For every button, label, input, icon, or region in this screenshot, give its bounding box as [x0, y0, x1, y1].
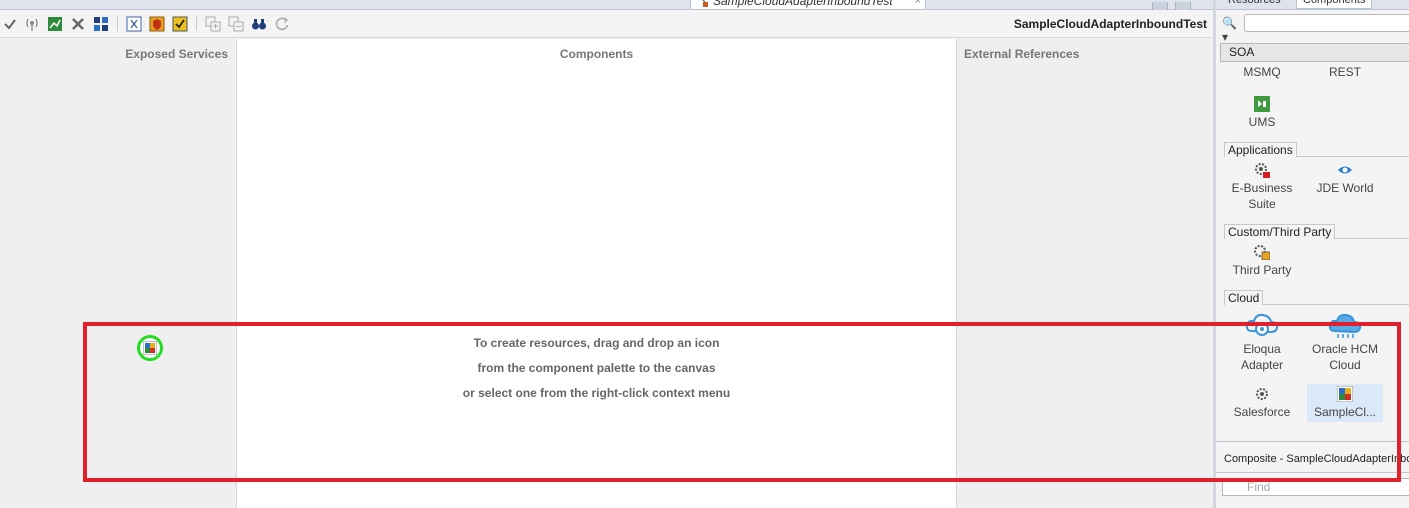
exposed-services-title: Exposed Services	[125, 47, 228, 61]
section-custom-third-party: Custom/Third Party	[1224, 224, 1336, 239]
editor-tab-strip: SampleCloudAdapterInboundTest ×	[0, 0, 1214, 25]
expand-icon[interactable]	[205, 16, 221, 32]
canvas-hint-line-3: or select one from the right-click conte…	[462, 386, 731, 400]
gear-adapter-icon	[1254, 386, 1270, 402]
exposed-services-swimlane[interactable]: Exposed Services	[0, 39, 237, 508]
palette-item-msmq[interactable]: MSMQ	[1224, 64, 1300, 80]
palette-item-label: SampleCl...	[1313, 405, 1377, 419]
panel-tab-strip: Resources Components	[1216, 0, 1409, 10]
palette-category-select[interactable]: SOA	[1220, 43, 1409, 62]
palette-item-jde-world[interactable]: JDE World	[1307, 162, 1383, 196]
third-party-icon	[1254, 244, 1271, 261]
ums-icon	[1254, 96, 1270, 112]
palette-item-label: REST	[1328, 65, 1361, 79]
gear-adapter-icon	[1254, 162, 1270, 178]
palette-item-third-party[interactable]: Third Party	[1224, 244, 1300, 278]
canvas-hint-line-1: To create resources, drag and drop an ic…	[473, 336, 720, 350]
external-references-swimlane[interactable]: External References	[957, 39, 1213, 508]
refresh-icon[interactable]	[274, 16, 290, 32]
composite-canvas[interactable]: Exposed Services Components To create re…	[0, 39, 1213, 508]
wsdl-icon[interactable]	[24, 16, 40, 32]
palette-item-sample-cloud-adapter[interactable]: SampleCl...	[1307, 384, 1383, 422]
structure-find-input[interactable]: Find	[1222, 478, 1409, 496]
section-applications: Applications	[1224, 142, 1297, 157]
canvas-hint-line-2: from the component palette to the canvas	[477, 361, 716, 375]
palette-item-e-business-suite[interactable]: E-Business Suite	[1224, 162, 1300, 212]
palette-list: MSMQ REST UMS Applications E-Business Su…	[1216, 64, 1409, 426]
window-buttons	[1152, 0, 1214, 25]
palette-item-salesforce[interactable]: Salesforce	[1224, 386, 1300, 420]
palette-item-label: Third Party	[1232, 263, 1292, 277]
toolbar-separator	[196, 16, 197, 31]
palette-item-label: MSMQ	[1243, 65, 1281, 79]
components-swimlane[interactable]: Components To create resources, drag and…	[237, 39, 957, 508]
tab-sample-cloud-adapter-inbound-test[interactable]: SampleCloudAdapterInboundTest ×	[690, 0, 926, 10]
component-palette-panel: Resources Components 🔍▾ SOA MSMQ REST UM…	[1213, 0, 1409, 508]
validate-icon[interactable]	[2, 16, 18, 32]
toolbar-separator	[117, 16, 118, 31]
xsd-icon[interactable]	[126, 16, 142, 32]
palette-item-ums[interactable]: UMS	[1224, 96, 1300, 130]
composite-icon	[696, 0, 708, 7]
dragged-adapter-icon[interactable]	[137, 335, 163, 361]
palette-search-row: 🔍▾	[1216, 12, 1409, 44]
binoculars-icon[interactable]	[251, 16, 267, 32]
palette-item-label: JDE World	[1316, 181, 1374, 195]
tab-components[interactable]: Components	[1296, 0, 1373, 9]
cloud-icon	[1328, 311, 1362, 339]
grid-icon[interactable]	[93, 16, 109, 32]
composite-name-label: SampleCloudAdapterInboundTest	[1013, 17, 1207, 31]
section-cloud: Cloud	[1224, 290, 1264, 305]
cloud-icon	[1245, 311, 1279, 339]
jde-icon	[1337, 162, 1353, 178]
palette-item-label: UMS	[1248, 115, 1276, 129]
structure-divider	[1216, 472, 1409, 473]
palette-item-label: Oracle HCM Cloud	[1311, 342, 1378, 372]
policy-icon[interactable]	[149, 16, 165, 32]
composite-toolbar: SampleCloudAdapterInboundTest	[0, 10, 1213, 38]
delete-icon[interactable]	[70, 16, 86, 32]
components-title: Components	[559, 47, 634, 61]
test-icon[interactable]	[172, 16, 188, 32]
external-references-title: External References	[964, 47, 1080, 61]
palette-item-oracle-hcm-cloud[interactable]: Oracle HCM Cloud	[1307, 311, 1383, 373]
chart-icon[interactable]	[47, 16, 63, 32]
search-icon[interactable]: 🔍▾	[1222, 16, 1242, 44]
collapse-icon[interactable]	[228, 16, 244, 32]
tab-resources[interactable]: Resources	[1222, 0, 1287, 9]
tab-label: SampleCloudAdapterInboundTest	[713, 0, 893, 8]
tab-close-icon[interactable]: ×	[915, 0, 921, 8]
palette-search-input[interactable]	[1244, 14, 1409, 32]
palette-item-label: E-Business Suite	[1231, 181, 1293, 211]
palette-item-eloqua-adapter[interactable]: Eloqua Adapter	[1224, 311, 1300, 373]
palette-item-rest[interactable]: REST	[1307, 64, 1383, 80]
sample-adapter-icon	[1336, 385, 1354, 403]
palette-item-label: Eloqua Adapter	[1240, 342, 1284, 372]
structure-title: Composite - SampleCloudAdapterInboundTes…	[1224, 453, 1409, 465]
palette-item-label: Salesforce	[1233, 405, 1291, 419]
structure-panel: Composite - SampleCloudAdapterInboundTes…	[1216, 441, 1409, 508]
